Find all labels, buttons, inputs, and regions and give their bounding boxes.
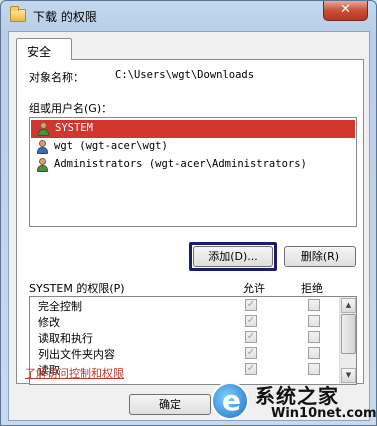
ok-button[interactable]: 确定 — [129, 394, 211, 415]
permission-name: 列出文件夹内容 — [38, 348, 115, 361]
user-name: wgt (wgt-acer\wgt) — [54, 140, 168, 152]
permission-name: 完全控制 — [38, 300, 82, 313]
list-item-system[interactable]: SYSTEM — [31, 120, 355, 138]
permission-row-full-control: 完全控制 ✓ — [30, 297, 356, 313]
user-name: Administrators (wgt-acer\Administrators) — [54, 158, 307, 170]
permission-row-read-execute: 读取和执行 ✓ — [30, 329, 356, 345]
deny-checkbox[interactable] — [308, 315, 320, 327]
close-button[interactable]: ✕ — [323, 1, 368, 21]
site-logo-icon — [211, 382, 249, 420]
user-group-icon — [37, 122, 51, 136]
deny-column-header: 拒绝 — [301, 282, 323, 295]
object-name-label: 对象名称： — [29, 71, 84, 84]
allow-column-header: 允许 — [243, 282, 265, 295]
add-button[interactable]: 添加(D)... — [193, 246, 273, 267]
user-list[interactable]: SYSTEM wgt (wgt-acer\wgt) Administrators… — [29, 117, 357, 227]
permissions-header: SYSTEM 的权限(P) 允许 拒绝 — [29, 280, 357, 295]
user-icon — [36, 140, 50, 154]
permission-row-list-folder: 列出文件夹内容 ✓ — [30, 345, 356, 361]
groups-label: 组或用户名(G)： — [29, 102, 113, 115]
watermark-title: 系统之家 — [255, 384, 339, 408]
security-panel: 对象名称： C:\Users\wgt\Downloads 组或用户名(G)： S… — [16, 59, 364, 385]
object-name-value: C:\Users\wgt\Downloads — [115, 69, 255, 81]
remove-button[interactable]: 删除(R) — [284, 246, 356, 267]
watermark-url: Win10net.com — [271, 406, 377, 421]
learn-access-control-link[interactable]: 了解访问控制和权限 — [25, 365, 124, 381]
allow-checkbox[interactable]: ✓ — [245, 347, 257, 359]
title-bar: 下载 的权限 ✕ — [1, 1, 376, 31]
allow-checkbox[interactable]: ✓ — [245, 315, 257, 327]
allow-checkbox[interactable]: ✓ — [245, 331, 257, 343]
deny-checkbox[interactable] — [308, 347, 320, 359]
deny-checkbox[interactable] — [308, 331, 320, 343]
user-group-icon — [36, 158, 50, 172]
allow-checkbox[interactable]: ✓ — [245, 363, 257, 375]
deny-checkbox[interactable] — [308, 299, 320, 311]
scrollbar-thumb[interactable] — [341, 314, 356, 354]
allow-checkbox[interactable]: ✓ — [245, 299, 257, 311]
list-item-wgt[interactable]: wgt (wgt-acer\wgt) — [30, 138, 356, 156]
permission-name: 修改 — [38, 316, 60, 329]
tab-security[interactable]: 安全 — [16, 38, 72, 60]
folder-icon — [10, 6, 26, 22]
permissions-title: SYSTEM 的权限(P) — [29, 282, 125, 295]
deny-checkbox[interactable] — [308, 363, 320, 375]
dialog-content: 安全 对象名称： C:\Users\wgt\Downloads 组或用户名(G)… — [8, 31, 370, 421]
permissions-dialog: 下载 的权限 ✕ 安全 对象名称： C:\Users\wgt\Downloads… — [0, 0, 377, 426]
permission-name: 读取和执行 — [38, 332, 93, 345]
watermark: 系统之家 Win10net.com — [211, 378, 377, 426]
window-title: 下载 的权限 — [33, 10, 97, 24]
permission-row-modify: 修改 ✓ — [30, 313, 356, 329]
user-name: SYSTEM — [55, 122, 93, 134]
vertical-scrollbar[interactable]: ▲ ▼ — [339, 297, 356, 384]
scroll-up-arrow-icon[interactable]: ▲ — [341, 298, 356, 313]
list-item-administrators[interactable]: Administrators (wgt-acer\Administrators) — [30, 156, 356, 174]
